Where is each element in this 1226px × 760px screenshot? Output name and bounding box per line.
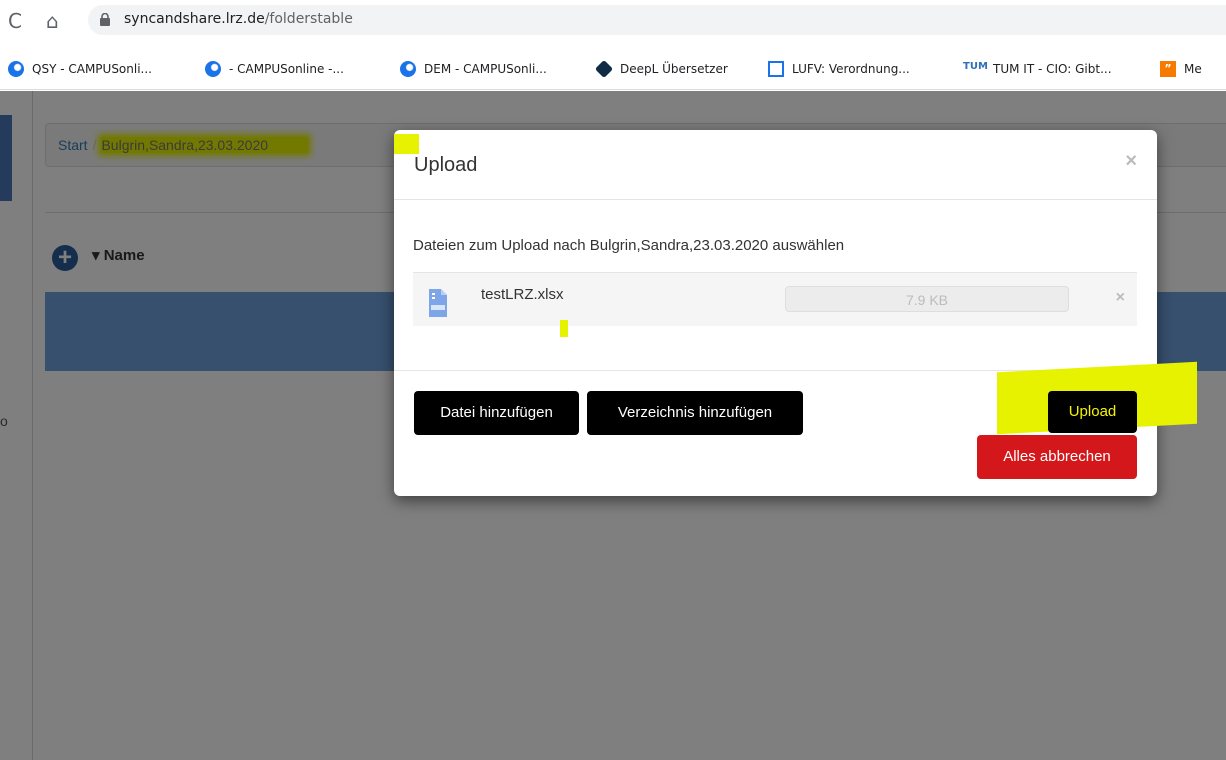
bookmark-label: - CAMPUSonline -... — [229, 62, 344, 76]
bookmark-campusonline[interactable]: - CAMPUSonline -... — [205, 59, 344, 79]
upload-button[interactable]: Upload — [1048, 391, 1137, 433]
browser-toolbar: C ⌂ syncandshare.lrz.de/folderstable — [0, 0, 1226, 50]
document-icon — [768, 61, 784, 77]
bookmark-dem[interactable]: DEM - CAMPUSonli... — [400, 59, 547, 79]
campusonline-icon — [8, 61, 24, 77]
bookmark-label: LUFV: Verordnung... — [792, 62, 910, 76]
upload-progress-bar: 7.9 KB — [785, 286, 1069, 312]
reload-icon[interactable]: C — [8, 10, 22, 32]
campusonline-icon — [205, 61, 221, 77]
lock-icon — [100, 13, 110, 26]
file-size: 7.9 KB — [905, 292, 949, 308]
xlsx-file-icon — [429, 289, 447, 317]
upload-file-row: testLRZ.xlsx 7.9 KB × — [413, 272, 1137, 326]
campusonline-icon — [400, 61, 416, 77]
upload-dialog: Upload × Dateien zum Upload nach Bulgrin… — [394, 130, 1197, 496]
add-file-button[interactable]: Datei hinzufügen — [414, 391, 579, 435]
dialog-title: Upload — [414, 154, 478, 176]
remove-file-icon[interactable]: × — [1116, 289, 1125, 307]
bookmark-me[interactable]: ” Me — [1160, 59, 1202, 79]
bookmarks-bar: QSY - CAMPUSonli... - CAMPUSonline -... … — [0, 50, 1226, 90]
deepl-icon — [594, 59, 614, 79]
tum-icon: TUM — [963, 61, 988, 72]
bookmark-label: QSY - CAMPUSonli... — [32, 62, 152, 76]
bookmark-label: DEM - CAMPUSonli... — [424, 62, 547, 76]
url-text: syncandshare.lrz.de/folderstable — [124, 11, 353, 27]
bookmark-lufv[interactable]: LUFV: Verordnung... — [768, 59, 910, 79]
add-directory-button[interactable]: Verzeichnis hinzufügen — [587, 391, 803, 435]
cancel-all-button[interactable]: Alles abbrechen — [977, 435, 1137, 479]
dialog-header: Upload × — [394, 130, 1157, 200]
home-icon[interactable]: ⌂ — [46, 10, 59, 32]
bookmark-icon: ” — [1160, 61, 1176, 77]
bookmark-label: TUM IT - CIO: Gibt... — [993, 62, 1112, 76]
highlight-mark — [560, 320, 568, 337]
url-path: /folderstable — [264, 11, 353, 27]
url-host: syncandshare.lrz.de — [124, 11, 265, 27]
bookmark-qsy[interactable]: QSY - CAMPUSonli... — [8, 59, 152, 79]
address-bar[interactable]: syncandshare.lrz.de/folderstable — [88, 5, 1226, 35]
dialog-instructions: Dateien zum Upload nach Bulgrin,Sandra,2… — [413, 237, 845, 254]
bookmark-tum-it[interactable]: TUM TUM IT - CIO: Gibt... — [963, 59, 1112, 79]
bookmark-label: DeepL Übersetzer — [620, 62, 728, 76]
close-icon[interactable]: × — [1125, 150, 1137, 173]
bookmark-label: Me — [1184, 62, 1202, 76]
bookmark-deepl[interactable]: DeepL Übersetzer — [594, 59, 728, 79]
file-name: testLRZ.xlsx — [481, 286, 564, 303]
